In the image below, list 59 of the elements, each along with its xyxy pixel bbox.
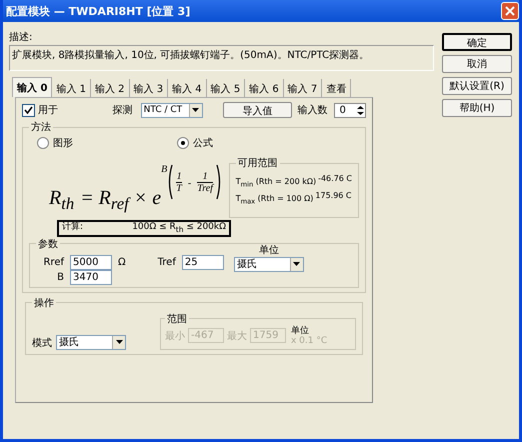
group-title: 范围 [166,312,188,326]
denominator: T [176,182,182,194]
minus-sign: - [188,178,192,189]
range-label: T$_{max}$ (Rth = 100 Ω) [236,194,314,206]
rref-field[interactable]: 5000 [70,254,112,270]
group-title: 操作 [33,296,55,310]
dialog-button[interactable]: 帮助(H) [442,99,512,117]
b-field[interactable]: 3470 [70,270,112,285]
numerator: 1 [202,170,208,182]
range-value: 175.96 C [315,190,352,200]
dialog-button[interactable]: 取消 [442,55,512,73]
check-icon [24,106,33,114]
mode-dropdown[interactable]: 摄氏 [56,334,126,350]
range-value: -46.76 C [318,174,352,183]
probe-label: 探测 [112,104,133,117]
calc-label: 计算: [62,222,84,234]
dialog-button[interactable]: 默认设置(R) [442,77,512,95]
unit-label: 单位 [258,244,279,257]
radio-option[interactable]: 图形 [37,136,77,150]
radio-button[interactable] [177,137,189,149]
denominator: Tref [197,182,213,194]
tref-label: Tref [158,256,176,268]
used-checkbox[interactable]: 用于 [22,103,107,117]
spinner-arrows-icon [357,104,364,116]
unit-value: x 0.1 °C [291,336,328,346]
tref-field[interactable]: 25 [182,254,224,270]
parenthesis-icon [167,164,174,200]
range-label: T$_{min}$ (Rth = 200 kΩ) [236,177,316,189]
radio-button[interactable] [37,137,49,149]
mode-label: 模式 [32,336,52,350]
min-label: 最小 [165,330,185,343]
radio-option[interactable]: 公式 [177,136,217,150]
description-label: 描述: [9,30,34,44]
max-label: 最大 [227,330,247,343]
input-count-label: 输入数 [298,104,328,117]
close-icon [505,6,515,16]
unit-label: 单位 [291,326,310,336]
b-label: B [56,272,64,283]
group-title: 可用范围 [236,156,279,170]
exponent-coefficient: B [161,164,168,175]
unit-symbol: Ω [118,256,126,268]
close-button[interactable] [501,2,519,20]
window-title: 配置模块 — TWDARI8HT [位置 3] [6,4,190,18]
rref-label: Rref [42,256,64,268]
checkbox[interactable] [22,104,35,116]
parenthesis-icon [216,164,222,200]
import-button[interactable]: 导入值 [222,102,292,118]
dialog-button[interactable]: 确定 [442,33,512,51]
formula-lhs: R$_{th}$ [49,187,74,214]
unit-dropdown[interactable]: 摄氏 [234,256,304,272]
numerator: 1 [176,170,182,182]
probe-dropdown[interactable]: NTC / CT [140,102,203,118]
input-count-spinner[interactable]: 0 [334,102,366,118]
formula-rhs: = R$_{ref}$ × e [80,187,162,214]
tab[interactable]: 输入 0 [12,77,52,97]
group-title: 方法 [30,120,52,134]
description-text: 扩展模块, 8路模拟量输入, 10位, 可插拔螺钉端子。(50mA)。NTC/PTC探测器。 [9,45,434,71]
group-title: 参数 [37,238,59,251]
calc-text: 100Ω ≤ R$_{th}$ ≤ 200kΩ [132,222,226,235]
